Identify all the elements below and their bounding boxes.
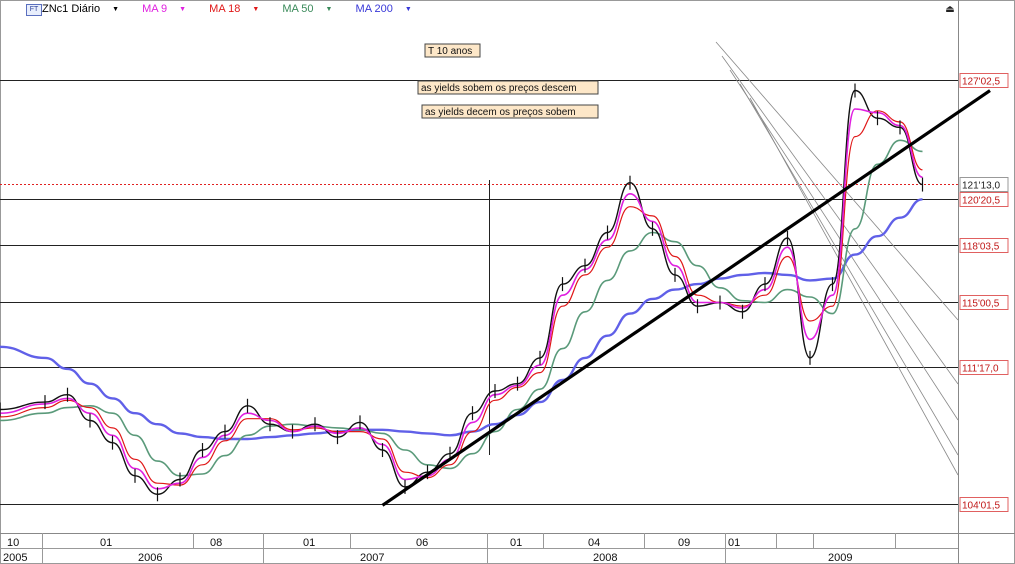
fan-line	[721, 55, 959, 385]
price-level-label: 118'03,5	[959, 238, 1009, 253]
annotation-text: T 10 anos	[428, 46, 472, 57]
chevron-down-icon: ▼	[404, 6, 412, 13]
indicator-label: MA 50	[282, 3, 314, 15]
price-level-label: 104'01,5	[959, 497, 1009, 512]
month-label: 09	[678, 537, 690, 549]
symbol-selector[interactable]: ZNc1 Diário ▼	[42, 3, 129, 15]
series-ma18	[0, 110, 923, 486]
price-tag-text: 121'13,0	[962, 181, 1000, 192]
price-tag-text: 115'00,5	[962, 299, 1000, 310]
indicator-ma18[interactable]: MA 18 ▼	[209, 3, 269, 15]
annotation-text: as yields sobem os preços descem	[421, 83, 577, 94]
anchor-icon[interactable]: ⏏	[944, 4, 956, 16]
month-label: 01	[100, 537, 112, 549]
month-label: 04	[588, 537, 600, 549]
chart-canvas: 127'02,5 121'13,0 120'20,5 118'03,5 115'00,5…	[0, 0, 1015, 564]
trendline-support	[381, 89, 991, 507]
chevron-down-icon: ▼	[179, 6, 187, 13]
price-tag-text: 111'17,0	[962, 364, 999, 375]
indicator-ma50[interactable]: MA 50 ▼	[282, 3, 342, 15]
chevron-down-icon: ▼	[252, 6, 260, 13]
price-tag-text: 120'20,5	[962, 196, 1000, 207]
indicator-label: MA 9	[142, 3, 168, 15]
price-level-label: 121'13,0	[959, 177, 1009, 192]
symbol-label: ZNc1 Diário	[42, 3, 101, 15]
price-level-label: 115'00,5	[959, 295, 1009, 310]
indicator-ma9[interactable]: MA 9 ▼	[142, 3, 196, 15]
series-ma50	[0, 139, 923, 477]
month-label: 01	[303, 537, 315, 549]
month-label: 06	[416, 537, 428, 549]
year-label: 2008	[593, 552, 617, 564]
chevron-down-icon: ▼	[112, 6, 120, 13]
price-tag-text: 104'01,5	[962, 501, 1000, 512]
price-tag-text: 127'02,5	[962, 77, 1000, 88]
chart-header: ZNc1 Diário ▼ MA 9 ▼ MA 18 ▼ MA 50 ▼ MA 200 ▼	[42, 3, 432, 17]
fan-line	[749, 97, 959, 476]
year-label: 2005	[3, 552, 27, 564]
indicator-label: MA 18	[209, 3, 241, 15]
price-level-label: 120'20,5	[959, 192, 1009, 207]
year-label: 2006	[138, 552, 162, 564]
price-level-label: 111'17,0	[959, 360, 1009, 375]
year-label: 2007	[360, 552, 384, 564]
indicator-label: MA 200	[355, 3, 393, 15]
price-level-label: 127'02,5	[959, 73, 1009, 88]
annotation-text: as yields decem os preços sobem	[425, 107, 576, 118]
symbol-icon[interactable]: FT	[26, 4, 42, 16]
chevron-down-icon: ▼	[325, 6, 333, 13]
month-label: 10	[7, 537, 19, 549]
indicator-ma200[interactable]: MA 200 ▼	[356, 3, 422, 15]
month-label: 01	[510, 537, 522, 549]
series-ma200	[0, 198, 923, 441]
month-label: 08	[210, 537, 222, 549]
year-label: 2009	[828, 552, 852, 564]
series-znc1	[0, 89, 923, 495]
month-label: 01	[728, 537, 740, 549]
price-tag-text: 118'03,5	[962, 242, 1000, 253]
